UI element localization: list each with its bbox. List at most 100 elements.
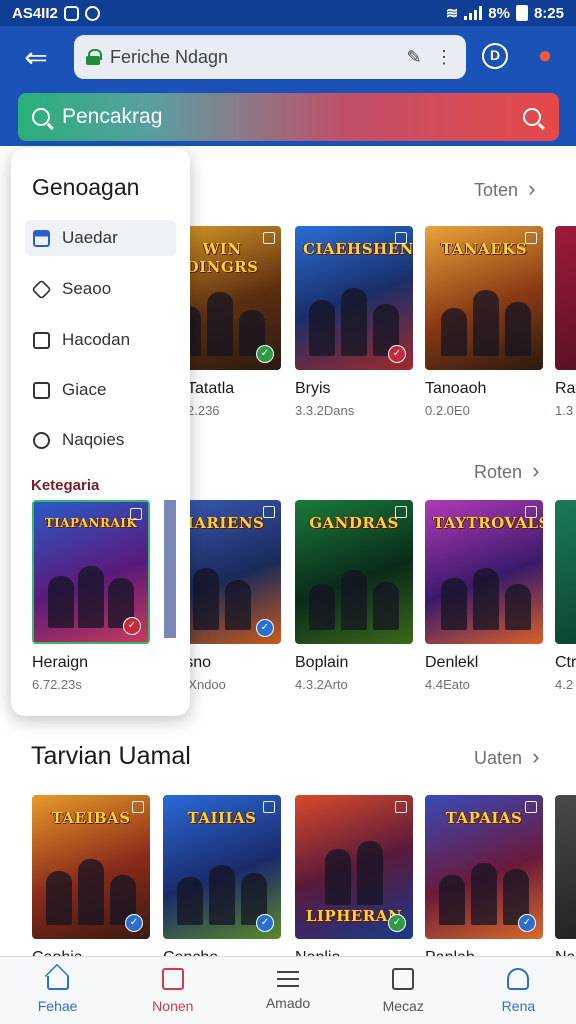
- user-icon: [507, 967, 530, 990]
- check-badge-icon: ✓: [256, 619, 274, 637]
- poster-title: GANDRAS: [309, 514, 399, 532]
- game-card-partial[interactable]: Ctri 4.2: [555, 500, 576, 692]
- battery-percent: 8%: [488, 4, 510, 22]
- game-poster: [555, 500, 576, 644]
- game-card[interactable]: TAIIIAS ✓ Cenche: [163, 795, 281, 967]
- game-meta: 4.3.2Arto: [295, 677, 348, 692]
- game-card-partial[interactable]: Na: [555, 795, 576, 967]
- diamond-icon: [31, 278, 52, 300]
- game-card[interactable]: TIAPANRAIK ✓ Heraign 6.72.23s: [32, 500, 150, 692]
- nav-label: Rena: [501, 997, 536, 1014]
- game-card[interactable]: GANDRAS Boplain 4.3.2Arto: [295, 500, 413, 692]
- poster-title: TAEIBAS: [51, 809, 131, 827]
- bottom-navigation: Fehae Nonen Amado Mecaz Rena: [0, 956, 576, 1024]
- face-icon: [33, 431, 50, 449]
- calendar-icon: [392, 967, 415, 990]
- poster-title: TIAPANRAIK: [44, 516, 138, 530]
- game-card[interactable]: TANAEKS Tanoaoh 0.2.0E0: [425, 226, 543, 418]
- message-icon: [161, 967, 184, 990]
- back-arrow-icon[interactable]: ⇐: [16, 42, 56, 74]
- poster-title: CIAEHSHEN: [303, 240, 413, 258]
- bookmark-icon: [525, 506, 537, 518]
- see-all-link[interactable]: Roten: [474, 458, 540, 484]
- game-name: Denlekl: [425, 654, 479, 671]
- game-meta: 1.3: [555, 403, 574, 418]
- menu-item-giace[interactable]: Giace: [25, 372, 176, 408]
- nav-calendar[interactable]: Mecaz: [346, 957, 461, 1024]
- nav-messages[interactable]: Nonen: [115, 957, 230, 1024]
- see-all-link[interactable]: Toten: [474, 176, 536, 202]
- game-name: Bryis: [295, 380, 331, 397]
- menu-title: Genoagan: [32, 174, 140, 200]
- home-icon: [46, 975, 69, 990]
- nav-profile[interactable]: Rena: [461, 957, 576, 1024]
- check-badge-icon: ✓: [256, 345, 274, 363]
- carrier-text: AS4II2: [12, 4, 58, 22]
- edit-pencil-icon[interactable]: ✎: [404, 47, 424, 68]
- status-bar: AS4II2 ≋ 8% 8:25: [0, 0, 576, 26]
- lock-icon: [86, 49, 102, 65]
- game-name: Tatatla: [187, 380, 235, 397]
- menu-item-uaedar[interactable]: Uaedar: [25, 220, 176, 256]
- game-card[interactable]: TAYTROVALS Denlekl 4.4Eato: [425, 500, 543, 692]
- menu-item-naqoies[interactable]: Naqoies: [25, 422, 176, 458]
- game-poster: TANAEKS: [425, 226, 543, 370]
- battery-icon: [515, 5, 528, 21]
- sync-icon: [84, 5, 100, 21]
- bookmark-icon: [130, 508, 142, 520]
- game-poster: TIAPANRAIK ✓: [32, 500, 150, 644]
- game-poster: CIAEHSHEN ✓: [295, 226, 413, 370]
- category-label: Ketegaria: [31, 477, 100, 494]
- game-card[interactable]: CIAEHSHEN ✓ Bryis 3.3.2Dans: [295, 226, 413, 418]
- game-card-partial[interactable]: Rat 1.3: [555, 226, 576, 418]
- clock-time: 8:25: [533, 4, 564, 22]
- check-badge-icon: ✓: [388, 914, 406, 932]
- nav-label: Fehae: [37, 997, 78, 1014]
- game-card[interactable]: TAPAIAS ✓ Panlah: [425, 795, 543, 967]
- notification-icon: [63, 5, 79, 21]
- check-badge-icon: ✓: [518, 914, 536, 932]
- browser-app-bar: ⇐ Feriche Ndagn ✎ ⋮ D ● Pencakrag: [0, 26, 576, 146]
- game-card[interactable]: LIPHERAN ✓ Naplio: [295, 795, 413, 967]
- more-vertical-icon[interactable]: ⋮: [434, 47, 454, 68]
- nav-label: Mecaz: [382, 997, 424, 1014]
- nav-label: Amado: [265, 994, 311, 1011]
- game-poster: [555, 795, 576, 939]
- square-icon: [33, 381, 50, 399]
- signal-icon: [464, 6, 483, 20]
- nav-list[interactable]: Amado: [230, 957, 345, 1024]
- poster-title: TAPAIAS: [445, 809, 523, 827]
- microphone-icon[interactable]: ●: [530, 41, 560, 71]
- bookmark-icon: [525, 232, 537, 244]
- game-poster: TAYTROVALS: [425, 500, 543, 644]
- nav-home[interactable]: Fehae: [0, 957, 115, 1024]
- game-poster: TAEIBAS ✓: [32, 795, 150, 939]
- menu-item-label: Giace: [62, 380, 107, 399]
- poster-title: TAIIIAS: [187, 809, 257, 827]
- game-meta: 6.72.23s: [32, 677, 82, 692]
- game-meta: 4.4Eato: [425, 677, 470, 692]
- calendar-icon: [33, 229, 50, 247]
- profile-icon[interactable]: D: [482, 43, 508, 69]
- url-bar[interactable]: Feriche Ndagn ✎ ⋮: [74, 35, 466, 79]
- game-poster: LIPHERAN ✓: [295, 795, 413, 939]
- category-dropdown-menu: Genoagan Uaedar Seaoo Hacodan Giace Naqo…: [11, 148, 190, 716]
- game-meta: 2.236: [187, 403, 220, 418]
- game-meta: 4.2: [555, 677, 574, 692]
- menu-item-seaoo[interactable]: Seaoo: [25, 271, 176, 307]
- game-poster: [555, 226, 576, 370]
- bookmark-icon: [263, 506, 275, 518]
- game-poster: TAPAIAS ✓: [425, 795, 543, 939]
- section-title: Tarvian Uamal: [31, 742, 191, 770]
- search-submit-icon[interactable]: [523, 108, 541, 126]
- search-bar[interactable]: Pencakrag: [18, 93, 559, 141]
- game-name: Ctri: [555, 654, 576, 671]
- game-poster: GANDRAS: [295, 500, 413, 644]
- nav-label: Nonen: [152, 997, 194, 1014]
- game-card[interactable]: TAEIBAS ✓ Caohia: [32, 795, 150, 967]
- menu-item-hacodan[interactable]: Hacodan: [25, 322, 176, 358]
- menu-item-label: Seaoo: [62, 279, 112, 298]
- search-input[interactable]: Pencakrag: [62, 105, 523, 129]
- game-meta: 3.3.2Dans: [295, 403, 355, 418]
- see-all-link[interactable]: Uaten: [474, 744, 540, 770]
